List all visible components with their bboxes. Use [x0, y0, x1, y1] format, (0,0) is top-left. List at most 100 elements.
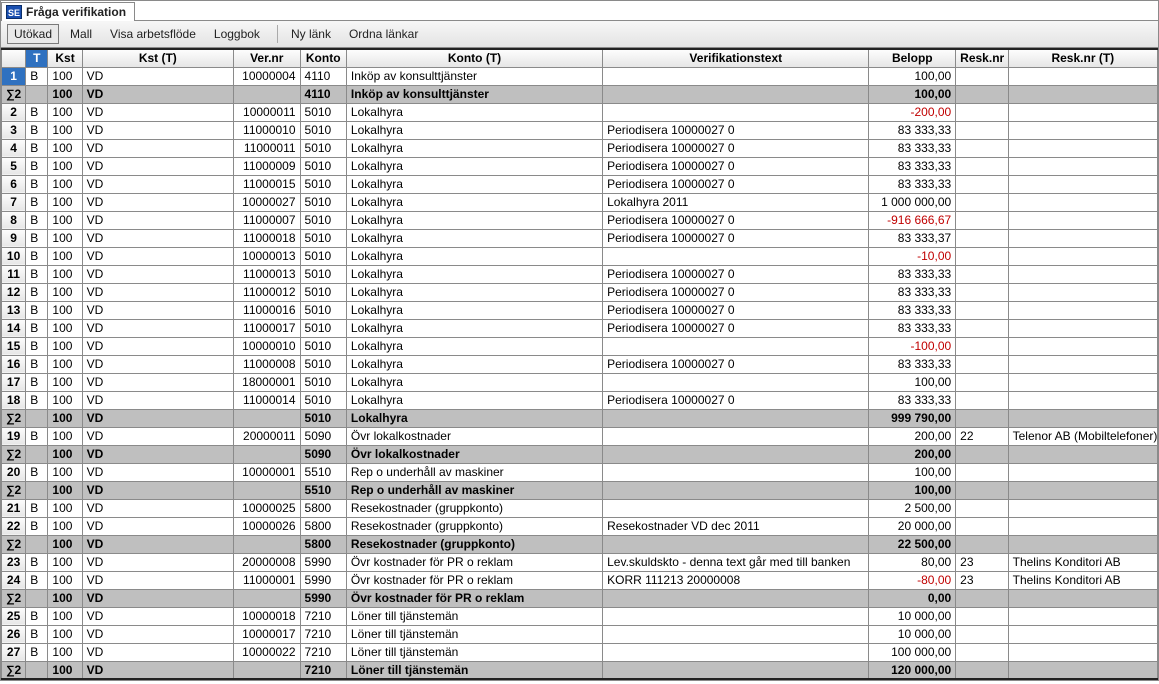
cell-reskt[interactable]: Thelins Konditori AB [1008, 571, 1157, 589]
row-index[interactable]: 9 [2, 229, 26, 247]
cell-vtext[interactable]: Periodisera 10000027 0 [603, 283, 869, 301]
cell-t[interactable]: B [26, 211, 48, 229]
table-row[interactable]: 4B100VD110000115010LokalhyraPeriodisera … [2, 139, 1158, 157]
cell-resk[interactable] [956, 517, 1008, 535]
table-row[interactable]: 2B100VD100000115010Lokalhyra-200,00 [2, 103, 1158, 121]
toolbar-utokad[interactable]: Utökad [7, 24, 59, 44]
cell-reskt[interactable] [1008, 319, 1157, 337]
cell-resk[interactable] [956, 139, 1008, 157]
cell-konto[interactable]: 5010 [300, 157, 346, 175]
cell-reskt[interactable] [1008, 283, 1157, 301]
cell-ver[interactable]: 18000001 [233, 373, 300, 391]
cell-t[interactable]: B [26, 427, 48, 445]
col-resk[interactable]: Resk.nr [956, 49, 1008, 67]
cell-t[interactable]: B [26, 499, 48, 517]
cell-t[interactable]: B [26, 175, 48, 193]
cell-kontot[interactable]: Lokalhyra [346, 139, 602, 157]
row-index[interactable]: 18 [2, 391, 26, 409]
cell-belopp[interactable]: 83 333,37 [869, 229, 956, 247]
cell-reskt[interactable] [1008, 607, 1157, 625]
cell-belopp[interactable]: -80,00 [869, 571, 956, 589]
cell-resk[interactable] [956, 67, 1008, 85]
cell-kontot[interactable]: Lokalhyra [346, 247, 602, 265]
cell-kstt[interactable]: VD [82, 571, 233, 589]
cell-reskt[interactable]: Telenor AB (Mobiltelefoner) [1008, 427, 1157, 445]
cell-kst[interactable]: 100 [48, 175, 82, 193]
cell-t[interactable]: B [26, 517, 48, 535]
cell-kstt[interactable]: VD [82, 355, 233, 373]
cell-ver[interactable]: 10000001 [233, 463, 300, 481]
cell-belopp[interactable]: 83 333,33 [869, 139, 956, 157]
cell-kstt[interactable]: VD [82, 67, 233, 85]
cell-t[interactable]: B [26, 355, 48, 373]
table-row[interactable]: 25B100VD100000187210Löner till tjänstemä… [2, 607, 1158, 625]
cell-kontot[interactable]: Lokalhyra [346, 121, 602, 139]
cell-kstt[interactable]: VD [82, 193, 233, 211]
row-index[interactable]: 17 [2, 373, 26, 391]
row-index[interactable]: 2 [2, 103, 26, 121]
cell-vtext[interactable]: KORR 111213 20000008 [603, 571, 869, 589]
row-index[interactable]: 15 [2, 337, 26, 355]
cell-resk[interactable] [956, 175, 1008, 193]
summary-row[interactable]: ∑2100VD5800Resekostnader (gruppkonto)22 … [2, 535, 1158, 553]
col-kst[interactable]: Kst [48, 49, 82, 67]
cell-ver[interactable]: 10000018 [233, 607, 300, 625]
cell-reskt[interactable] [1008, 643, 1157, 661]
cell-t[interactable]: B [26, 139, 48, 157]
cell-kstt[interactable]: VD [82, 211, 233, 229]
table-row[interactable]: 17B100VD180000015010Lokalhyra100,00 [2, 373, 1158, 391]
cell-t[interactable]: B [26, 373, 48, 391]
summary-row[interactable]: ∑2100VD5990Övr kostnader för PR o reklam… [2, 589, 1158, 607]
row-index[interactable]: 23 [2, 553, 26, 571]
cell-t[interactable]: B [26, 265, 48, 283]
cell-belopp[interactable]: 100 000,00 [869, 643, 956, 661]
toolbar-ny-lank[interactable]: Ny länk [284, 24, 338, 44]
cell-resk[interactable] [956, 463, 1008, 481]
cell-t[interactable]: B [26, 67, 48, 85]
table-row[interactable]: 23B100VD200000085990Övr kostnader för PR… [2, 553, 1158, 571]
cell-kontot[interactable]: Lokalhyra [346, 175, 602, 193]
cell-kontot[interactable]: Övr kostnader för PR o reklam [346, 571, 602, 589]
cell-kontot[interactable]: Löner till tjänstemän [346, 607, 602, 625]
cell-reskt[interactable] [1008, 337, 1157, 355]
cell-belopp[interactable]: -200,00 [869, 103, 956, 121]
window-tab[interactable]: SE Fråga verifikation [1, 2, 135, 21]
cell-kst[interactable]: 100 [48, 157, 82, 175]
table-row[interactable]: 21B100VD100000255800Resekostnader (grupp… [2, 499, 1158, 517]
cell-vtext[interactable]: Periodisera 10000027 0 [603, 211, 869, 229]
cell-konto[interactable]: 7210 [300, 607, 346, 625]
cell-t[interactable]: B [26, 571, 48, 589]
cell-kst[interactable]: 100 [48, 373, 82, 391]
cell-ver[interactable]: 11000001 [233, 571, 300, 589]
cell-reskt[interactable] [1008, 247, 1157, 265]
cell-kontot[interactable]: Lokalhyra [346, 193, 602, 211]
cell-t[interactable]: B [26, 553, 48, 571]
cell-kontot[interactable]: Lokalhyra [346, 211, 602, 229]
cell-kstt[interactable]: VD [82, 607, 233, 625]
cell-kstt[interactable]: VD [82, 463, 233, 481]
table-row[interactable]: 10B100VD100000135010Lokalhyra-10,00 [2, 247, 1158, 265]
cell-vtext[interactable]: Periodisera 10000027 0 [603, 175, 869, 193]
cell-resk[interactable] [956, 229, 1008, 247]
cell-vtext[interactable]: Lokalhyra 2011 [603, 193, 869, 211]
cell-kst[interactable]: 100 [48, 553, 82, 571]
cell-konto[interactable]: 5800 [300, 499, 346, 517]
cell-kstt[interactable]: VD [82, 643, 233, 661]
cell-belopp[interactable]: 83 333,33 [869, 265, 956, 283]
cell-konto[interactable]: 5010 [300, 319, 346, 337]
cell-kst[interactable]: 100 [48, 517, 82, 535]
cell-resk[interactable] [956, 265, 1008, 283]
cell-kstt[interactable]: VD [82, 247, 233, 265]
cell-kstt[interactable]: VD [82, 301, 233, 319]
cell-belopp[interactable]: 2 500,00 [869, 499, 956, 517]
cell-kst[interactable]: 100 [48, 283, 82, 301]
row-index[interactable]: 22 [2, 517, 26, 535]
cell-reskt[interactable] [1008, 499, 1157, 517]
cell-vtext[interactable] [603, 625, 869, 643]
cell-belopp[interactable]: 1 000 000,00 [869, 193, 956, 211]
summary-row[interactable]: ∑2100VD5510Rep o underhåll av maskiner10… [2, 481, 1158, 499]
cell-kontot[interactable]: Lokalhyra [346, 301, 602, 319]
cell-ver[interactable]: 10000027 [233, 193, 300, 211]
cell-kst[interactable]: 100 [48, 625, 82, 643]
row-index[interactable]: 21 [2, 499, 26, 517]
